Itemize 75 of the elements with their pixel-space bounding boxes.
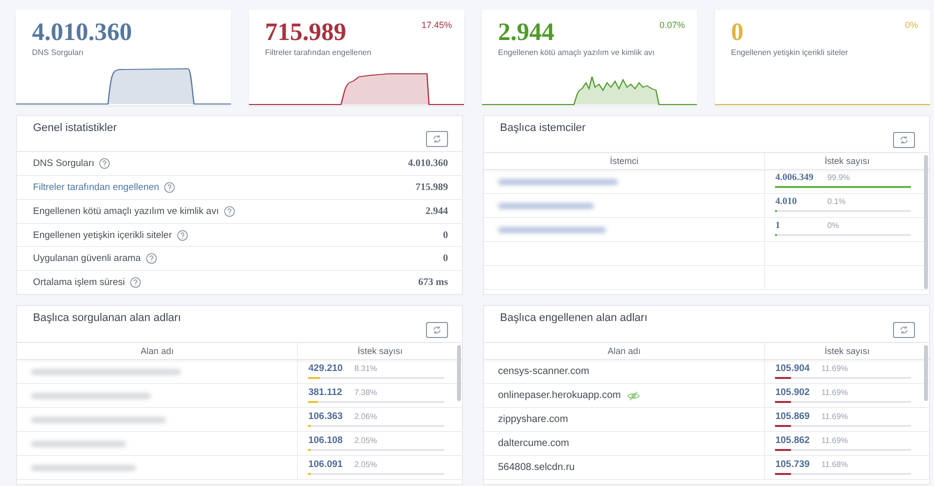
- stat-label: Uygulanan güvenli arama: [33, 253, 141, 264]
- help-icon[interactable]: [146, 253, 157, 264]
- percentage: 8.31%: [354, 364, 378, 373]
- percentage: 2.06%: [354, 412, 378, 421]
- stat-label: Engellenen kötü amaçlı yazılım ve kimlik avı: [33, 206, 219, 217]
- request-count: 105.904: [775, 363, 811, 374]
- help-icon[interactable]: [99, 158, 110, 170]
- stat-label: Ortalama işlem süresi: [33, 277, 125, 288]
- percentage: 0%: [827, 221, 840, 230]
- request-count: 4.010: [775, 197, 798, 207]
- percentage: 11.68%: [821, 460, 849, 469]
- stat-value: 715.989: [416, 182, 448, 193]
- domain-name: onlinepaser.herokuapp.com: [498, 390, 621, 401]
- stat-value: 2.944: [498, 20, 554, 46]
- column-header: Alan adı: [606, 345, 642, 358]
- stat-value: 0: [443, 230, 448, 240]
- percentage: 7.38%: [354, 388, 378, 397]
- stat-percentage: 0.07%: [659, 20, 685, 30]
- domain-name: 564808.selcdn.ru: [498, 462, 575, 473]
- request-count: 105.739: [775, 459, 811, 470]
- percentage: 11.69%: [821, 388, 849, 397]
- request-count: 106.108: [308, 435, 344, 446]
- help-icon[interactable]: [224, 206, 235, 217]
- percentage: 2.05%: [354, 460, 378, 469]
- stat-label: DNS Sorguları: [31, 47, 85, 58]
- help-icon[interactable]: [130, 277, 141, 288]
- help-icon[interactable]: [176, 230, 188, 240]
- percentage: 99.9%: [827, 173, 852, 182]
- request-count: 381.112: [308, 387, 344, 398]
- panel-title: Başlıca istemciler: [500, 122, 586, 136]
- stat-label: Filtreler tarafından engellenen: [264, 47, 372, 58]
- stat-label: Engellenen yetişkin içerikli siteler: [730, 47, 849, 58]
- stat-value: 0: [443, 253, 448, 264]
- column-header: İstemci: [608, 155, 640, 168]
- stat-value: 4.010.360: [32, 20, 132, 46]
- request-count: 106.091: [308, 459, 344, 470]
- request-count: 105.862: [775, 435, 811, 446]
- panel-title: Genel istatistikler: [33, 122, 117, 136]
- stat-link[interactable]: Filtreler tarafından engellenen: [33, 182, 160, 193]
- request-count: 4.006.349: [775, 173, 814, 183]
- stat-label: DNS Sorguları: [33, 158, 94, 170]
- percentage: 11.69%: [821, 436, 849, 445]
- domain-name: zippyshare.com: [498, 414, 568, 425]
- refresh-button[interactable]: [426, 322, 448, 338]
- refresh-icon: [898, 324, 910, 336]
- stat-value: 4.010.360: [408, 158, 448, 170]
- request-count: 429.210: [308, 363, 344, 374]
- refresh-button[interactable]: [426, 131, 448, 148]
- stat-label: Engellenen yetişkin içerikli siteler: [33, 230, 172, 240]
- percentage: 0.1%: [827, 197, 847, 206]
- percentage: 11.69%: [821, 412, 849, 421]
- panel-title: Başlıca sorgulanan alan adları: [33, 312, 181, 326]
- domain-name: censys-scanner.com: [498, 366, 590, 377]
- stat-value: 673 ms: [418, 277, 448, 288]
- stat-percentage: 17.45%: [421, 20, 452, 30]
- request-count: 106.363: [308, 411, 344, 422]
- percentage: 2.05%: [354, 436, 378, 445]
- stat-percentage: 0%: [904, 20, 918, 30]
- panel-title: Başlıca engellenen alan adları: [500, 312, 648, 326]
- refresh-button[interactable]: [893, 132, 915, 148]
- refresh-button[interactable]: [893, 322, 915, 338]
- refresh-icon: [431, 324, 443, 336]
- domain-name: daltercume.com: [498, 438, 570, 449]
- help-icon[interactable]: [164, 182, 176, 193]
- request-count: 105.902: [775, 387, 811, 398]
- refresh-icon: [898, 134, 910, 146]
- stat-label: Engellenen kötü amaçlı yazılım ve kimlik avı: [497, 47, 656, 58]
- column-header: Alan adı: [140, 345, 175, 358]
- request-count: 1: [775, 221, 782, 231]
- stat-value: 0: [731, 20, 744, 46]
- stat-value: 2.944: [426, 206, 448, 217]
- percentage: 11.69%: [821, 364, 849, 373]
- stat-value: 715.989: [265, 20, 346, 46]
- request-count: 105.869: [775, 411, 811, 422]
- refresh-icon: [431, 133, 443, 146]
